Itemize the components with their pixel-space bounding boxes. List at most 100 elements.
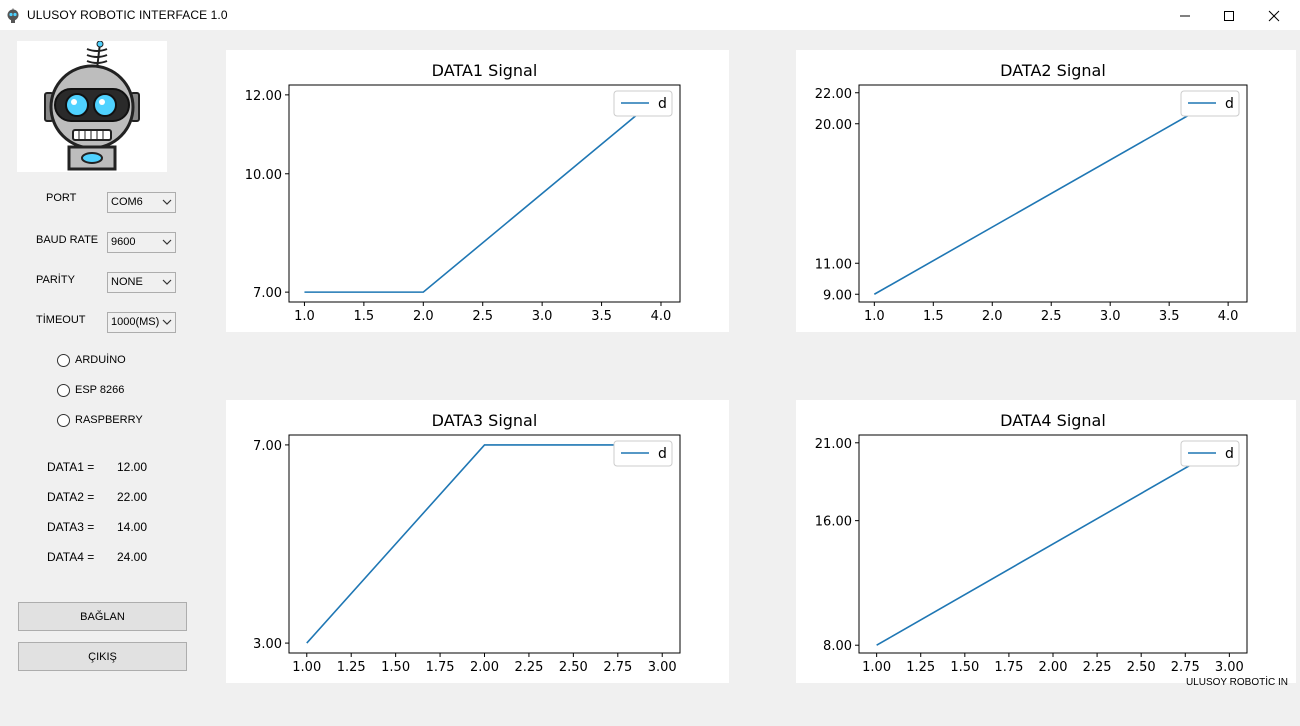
connect-button[interactable]: BAĞLAN <box>18 602 187 631</box>
x-tick-label: 2.00 <box>470 660 499 675</box>
y-tick-label: 9.00 <box>823 288 852 303</box>
close-button[interactable] <box>1251 0 1297 31</box>
legend-label: d <box>658 96 667 112</box>
data2-value: 22.00 <box>117 490 148 504</box>
data2-label: DATA2 = <box>47 490 95 504</box>
y-tick-label: 16.00 <box>815 515 852 530</box>
radio-arduino[interactable]: ARDUİNO <box>57 353 126 367</box>
y-tick-label: 7.00 <box>253 286 282 301</box>
x-tick-label: 1.50 <box>381 660 410 675</box>
data2-chart: DATA2 Signal 1.0 1.5 2.0 2.5 3.0 3.5 4.0 9.00 11.… <box>815 61 1248 324</box>
x-tick-label: 1.0 <box>294 309 315 324</box>
legend: d <box>1180 440 1240 467</box>
x-tick-label: 3.0 <box>532 309 553 324</box>
x-tick-label: 2.5 <box>472 309 493 324</box>
data1-label: DATA1 = <box>47 460 95 474</box>
plot-area <box>288 84 681 303</box>
close-icon <box>1268 10 1280 21</box>
data3-value: 14.00 <box>117 520 148 534</box>
plot-area <box>288 434 681 654</box>
x-tick-label: 2.25 <box>1083 660 1112 675</box>
data4-chart-panel: DATA4 Signal 1.00 1.25 1.50 1.75 2.00 2.25 2.50… <box>796 400 1296 683</box>
radio-circle <box>57 383 70 397</box>
legend-label: d <box>1225 96 1234 112</box>
robot-app-icon <box>7 8 19 23</box>
x-tick-label: 1.25 <box>337 660 366 675</box>
radio-esp8266-label: ESP 8266 <box>75 384 125 396</box>
maximize-icon <box>1224 10 1234 21</box>
chevron-down-icon <box>162 319 172 325</box>
robot-logo <box>17 40 167 172</box>
minimize-icon <box>1180 15 1190 16</box>
port-value: COM6 <box>111 196 143 208</box>
parity-value: NONE <box>111 276 143 288</box>
y-tick-label: 8.00 <box>823 639 852 654</box>
y-tick-label: 10.00 <box>245 168 282 183</box>
x-tick-label: 1.0 <box>864 309 885 324</box>
radio-arduino-label: ARDUİNO <box>75 354 126 366</box>
x-tick-label: 2.5 <box>1041 309 1062 324</box>
exit-button[interactable]: ÇIKIŞ <box>18 642 187 671</box>
x-tick-label: 3.00 <box>648 660 677 675</box>
legend: d <box>613 90 673 117</box>
data3-chart: DATA3 Signal 1.00 1.25 1.50 1.75 2.00 2.25 2.50… <box>253 411 681 675</box>
radio-circle <box>57 413 70 427</box>
radio-circle <box>57 353 70 367</box>
legend: d <box>613 440 673 467</box>
x-tick-label: 1.75 <box>994 660 1023 675</box>
x-tick-label: 2.50 <box>559 660 588 675</box>
timeout-value: 1000(MS) <box>111 316 160 328</box>
x-tick-label: 2.75 <box>603 660 632 675</box>
y-tick-label: 11.00 <box>815 257 852 272</box>
parity-select[interactable]: NONE <box>107 272 176 293</box>
x-tick-label: 1.50 <box>950 660 979 675</box>
radio-esp8266[interactable]: ESP 8266 <box>57 383 124 397</box>
port-label: PORT <box>46 192 77 204</box>
data3-label: DATA3 = <box>47 520 95 534</box>
x-tick-label: 2.75 <box>1171 660 1200 675</box>
data4-label: DATA4 = <box>47 550 95 564</box>
x-tick-label: 1.00 <box>862 660 891 675</box>
parity-label: PARİTY <box>36 274 75 286</box>
maximize-button[interactable] <box>1206 0 1252 31</box>
data4-value: 24.00 <box>117 550 148 564</box>
data3-chart-panel: DATA3 Signal 1.00 1.25 1.50 1.75 2.00 2.25 2.50… <box>226 400 729 683</box>
timeout-select[interactable]: 1000(MS) <box>107 312 176 333</box>
x-tick-label: 1.00 <box>292 660 321 675</box>
baud-rate-value: 9600 <box>111 236 136 248</box>
port-select[interactable]: COM6 <box>107 192 176 213</box>
status-text: ULUSOY ROBOTİC IN <box>1185 677 1288 688</box>
radio-raspberry-label: RASPBERRY <box>75 414 143 426</box>
legend-label: d <box>658 446 667 462</box>
data1-value: 12.00 <box>117 460 148 474</box>
x-tick-label: 1.5 <box>923 309 944 324</box>
baud-rate-select[interactable]: 9600 <box>107 232 176 253</box>
x-tick-label: 1.25 <box>906 660 935 675</box>
legend-label: d <box>1225 446 1234 462</box>
x-tick-label: 2.0 <box>982 309 1003 324</box>
window-title: ULUSOY ROBOTIC INTERFACE 1.0 <box>27 8 228 22</box>
minimize-button[interactable] <box>1162 0 1208 31</box>
y-tick-label: 12.00 <box>245 89 282 104</box>
y-tick-label: 22.00 <box>815 87 852 102</box>
x-tick-label: 4.0 <box>1218 309 1239 324</box>
x-tick-label: 3.00 <box>1215 660 1244 675</box>
x-tick-label: 3.0 <box>1100 309 1121 324</box>
x-tick-label: 2.0 <box>413 309 434 324</box>
data2-chart-panel: DATA2 Signal 1.0 1.5 2.0 2.5 3.0 3.5 4.0 9.00 11.… <box>796 50 1296 332</box>
y-tick-label: 7.00 <box>253 439 282 454</box>
x-tick-label: 2.00 <box>1039 660 1068 675</box>
chart-title: DATA4 Signal <box>1000 411 1106 430</box>
radio-raspberry[interactable]: RASPBERRY <box>57 413 143 427</box>
chevron-down-icon <box>162 199 172 205</box>
x-tick-label: 3.5 <box>1159 309 1180 324</box>
y-tick-label: 21.00 <box>815 437 852 452</box>
y-tick-label: 3.00 <box>253 637 282 652</box>
x-tick-label: 3.5 <box>591 309 612 324</box>
legend: d <box>1180 90 1240 117</box>
data1-chart-panel: DATA1 Signal 1.0 1.5 2.0 2.5 3.0 3.5 4.0 7.00 10.… <box>226 50 729 332</box>
timeout-label: TİMEOUT <box>36 314 86 326</box>
x-tick-label: 2.50 <box>1127 660 1156 675</box>
baud-rate-label: BAUD RATE <box>36 234 99 246</box>
x-tick-label: 1.5 <box>354 309 375 324</box>
